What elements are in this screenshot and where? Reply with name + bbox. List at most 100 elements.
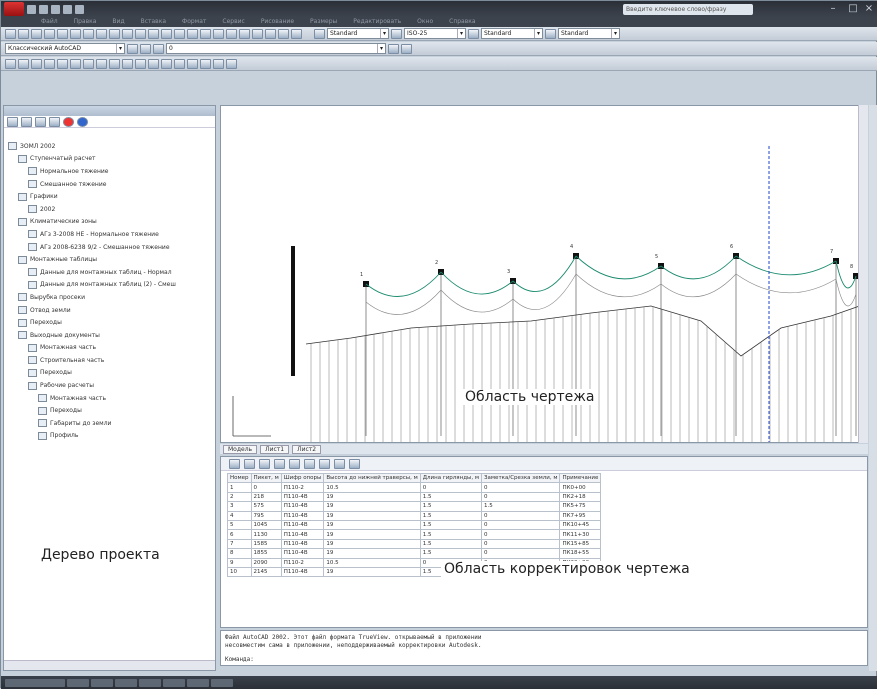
folder-icon[interactable] bbox=[7, 117, 18, 127]
new-icon[interactable] bbox=[27, 4, 36, 14]
snap-toggle[interactable] bbox=[67, 678, 89, 687]
tree-node[interactable]: Строительная часть bbox=[4, 354, 215, 367]
table-cell[interactable]: 0 bbox=[250, 482, 282, 493]
menu-item-2[interactable]: Вид bbox=[112, 17, 124, 27]
application-menu-button[interactable] bbox=[4, 2, 24, 16]
table-cell[interactable]: ПК7+95 bbox=[559, 510, 602, 521]
tree-node[interactable]: Переходы bbox=[4, 316, 215, 329]
menu-item-1[interactable]: Правка bbox=[74, 17, 97, 27]
tree-node[interactable]: Монтажная часть bbox=[4, 342, 215, 355]
table-cell[interactable]: П110-2 bbox=[280, 482, 325, 493]
table-row[interactable]: 5 1045 П110-4В 19 1.5 0 ПК10+45 bbox=[227, 519, 602, 531]
table-cell[interactable]: ПК15+85 bbox=[559, 538, 602, 550]
layer-manager-icon[interactable] bbox=[140, 43, 151, 54]
lwt-toggle[interactable] bbox=[211, 678, 233, 687]
command-prompt[interactable]: Команда: bbox=[225, 656, 863, 664]
menu-item-7[interactable]: Размеры bbox=[310, 17, 337, 27]
menu-item-4[interactable]: Формат bbox=[182, 17, 206, 27]
maximize-button[interactable]: □ bbox=[847, 3, 859, 15]
tree-node[interactable]: Выходные документы bbox=[4, 329, 215, 342]
menu-item-0[interactable]: Файл bbox=[41, 17, 58, 27]
zoom-window-icon[interactable] bbox=[187, 28, 198, 39]
move-up-icon[interactable] bbox=[259, 458, 270, 469]
table-row[interactable]: 6 1130 П110-4В 19 1.5 0 ПК11+30 bbox=[227, 529, 602, 540]
table-cell[interactable]: ПК18+55 bbox=[559, 548, 602, 559]
insert-block-icon[interactable] bbox=[135, 58, 146, 69]
tree-node[interactable]: 2002 bbox=[4, 203, 215, 216]
hatch-icon[interactable] bbox=[174, 58, 185, 69]
tree-node[interactable]: ЗОМЛ 2002 bbox=[4, 140, 215, 153]
ortho-toggle[interactable] bbox=[115, 678, 137, 687]
table-cell[interactable]: П110-4В bbox=[280, 519, 325, 531]
table-cell[interactable]: 0 bbox=[481, 519, 561, 531]
table-cell[interactable]: П110-4В bbox=[280, 510, 325, 521]
table-icon[interactable] bbox=[213, 58, 224, 69]
table-row[interactable]: 1 0 П110-2 10.5 0 0 ПК0+00 bbox=[227, 482, 602, 493]
table-cell[interactable]: П110-4В bbox=[280, 529, 325, 540]
tool-palette-strip[interactable] bbox=[869, 105, 877, 671]
table-cell[interactable]: П110-4В bbox=[280, 491, 325, 503]
grid-toggle[interactable] bbox=[91, 678, 113, 687]
workspace-select[interactable]: Классический AutoCAD ▾ bbox=[5, 43, 125, 54]
polyline-icon[interactable] bbox=[31, 58, 42, 69]
table-cell[interactable]: 19 bbox=[323, 548, 421, 559]
table-cell[interactable]: 2 bbox=[227, 491, 252, 503]
calculator-icon[interactable] bbox=[278, 28, 289, 39]
table-cell[interactable]: П110-4В bbox=[280, 538, 325, 550]
point-icon[interactable] bbox=[161, 58, 172, 69]
menu-item-8[interactable]: Редактировать bbox=[353, 17, 401, 27]
spline-icon[interactable] bbox=[109, 58, 120, 69]
circle-icon[interactable] bbox=[83, 58, 94, 69]
table-cell[interactable]: П110-4В bbox=[280, 501, 325, 512]
column-header[interactable]: Примечание bbox=[559, 472, 602, 484]
table-cell[interactable]: П110-4В bbox=[280, 548, 325, 559]
layer-state-icon[interactable] bbox=[153, 43, 164, 54]
table-row[interactable]: 7 1585 П110-4В 19 1.5 0 ПК15+85 bbox=[227, 538, 602, 550]
open-icon[interactable] bbox=[18, 28, 29, 39]
line-icon[interactable] bbox=[5, 58, 16, 69]
table-cell[interactable]: 0 bbox=[481, 529, 561, 540]
table-cell[interactable]: 1.5 bbox=[481, 501, 561, 512]
layer-select[interactable]: 0 ▾ bbox=[166, 43, 386, 54]
help-icon[interactable] bbox=[291, 28, 302, 39]
zoom-previous-icon[interactable] bbox=[200, 28, 211, 39]
otrack-toggle[interactable] bbox=[187, 678, 209, 687]
construction-line-icon[interactable] bbox=[18, 58, 29, 69]
tree-node[interactable]: Габариты до земли bbox=[4, 417, 215, 430]
table-cell[interactable]: 19 bbox=[323, 519, 421, 531]
add-row-icon[interactable] bbox=[229, 458, 240, 469]
help-search-input[interactable]: Введите ключевое слово/фразу bbox=[623, 4, 753, 15]
region-icon[interactable] bbox=[200, 58, 211, 69]
move-down-icon[interactable] bbox=[274, 458, 285, 469]
undo-icon[interactable] bbox=[135, 28, 146, 39]
column-header[interactable]: Номер bbox=[227, 472, 252, 484]
tree-node[interactable]: Смешанное тяжение bbox=[4, 178, 215, 191]
menu-item-6[interactable]: Рисование bbox=[261, 17, 294, 27]
column-header[interactable]: Длина гирлянды, м bbox=[419, 472, 483, 484]
tree-node[interactable]: Отвод земли bbox=[4, 304, 215, 317]
polygon-icon[interactable] bbox=[44, 58, 55, 69]
column-header[interactable]: Высота до нижней траверсы, м bbox=[323, 472, 421, 484]
tree-node[interactable]: Ступенчатый расчет bbox=[4, 153, 215, 166]
table-icon[interactable] bbox=[349, 458, 360, 469]
tree-node[interactable]: Данные для монтажных таблиц - Нормал bbox=[4, 266, 215, 279]
horizontal-scrollbar[interactable] bbox=[4, 660, 215, 670]
table-cell[interactable]: 2090 bbox=[250, 557, 282, 568]
close-button[interactable]: × bbox=[863, 3, 875, 15]
dim-style-select[interactable]: ISO-25 ▾ bbox=[404, 28, 466, 39]
minimize-button[interactable]: – bbox=[827, 3, 839, 15]
tab-model[interactable]: Модель bbox=[223, 444, 258, 454]
tab-layout1[interactable]: Лист1 bbox=[260, 444, 290, 454]
table-cell[interactable]: 1855 bbox=[250, 548, 282, 559]
table-cell[interactable]: 0 bbox=[481, 548, 561, 559]
table-cell[interactable]: ПК2+18 bbox=[559, 491, 602, 503]
osnap-toggle[interactable] bbox=[163, 678, 185, 687]
save-icon[interactable] bbox=[31, 28, 42, 39]
column-header[interactable]: Шифр опоры bbox=[280, 472, 325, 484]
table-cell[interactable]: 0 bbox=[481, 538, 561, 550]
markup-icon[interactable] bbox=[265, 28, 276, 39]
table-cell[interactable]: 19 bbox=[323, 538, 421, 550]
command-line[interactable]: Файл AutoCAD 2002. Этот файл формата Tru… bbox=[220, 630, 868, 666]
export-icon[interactable] bbox=[319, 458, 330, 469]
menu-item-3[interactable]: Вставка bbox=[141, 17, 166, 27]
